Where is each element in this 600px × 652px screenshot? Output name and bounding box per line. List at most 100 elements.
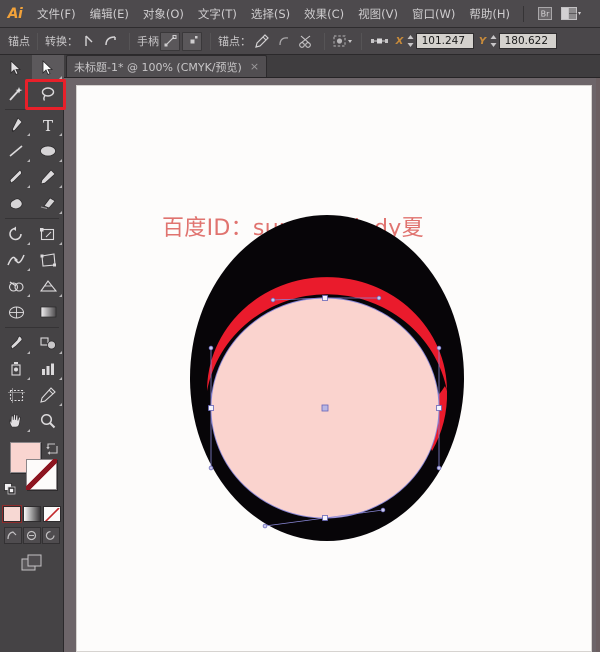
pen-tool[interactable] (0, 112, 32, 138)
change-screen-mode-button[interactable] (0, 554, 63, 572)
column-graph-tool[interactable] (32, 356, 64, 382)
shape-builder-tool[interactable] (0, 273, 32, 299)
screen-mode-buttons (0, 527, 63, 544)
options-divider-3 (210, 33, 211, 50)
tool-more-corner-icon (27, 268, 30, 271)
tools-panel: T (0, 55, 64, 652)
options-divider-5 (361, 33, 362, 50)
eyedropper-tool[interactable] (0, 330, 32, 356)
menu-type[interactable]: 文字(T) (191, 0, 244, 28)
fullscreen-menubar-mode-button[interactable] (23, 527, 41, 544)
blend-tool[interactable] (32, 330, 64, 356)
rotate-tool[interactable] (0, 221, 32, 247)
hand-tool[interactable] (0, 408, 32, 434)
artwork-vector[interactable] (77, 86, 593, 652)
center-anchor[interactable] (322, 405, 328, 411)
gradient-tool[interactable] (32, 299, 64, 325)
handles-label: 手柄 (137, 33, 159, 49)
fullscreen-mode-button[interactable] (42, 527, 60, 544)
control-options-bar: 锚点 转换： 手柄 (0, 28, 600, 55)
gradient-mode-button[interactable] (23, 506, 41, 522)
convert-to-corner-icon[interactable] (79, 32, 99, 51)
artboard[interactable]: 百度ID：sunnyMelody夏 (76, 85, 592, 652)
menu-edit[interactable]: 编辑(E) (83, 0, 136, 28)
canvas-right-edge (596, 78, 600, 652)
menu-help[interactable]: 帮助(H) (462, 0, 517, 28)
free-transform-tool[interactable] (32, 247, 64, 273)
type-tool[interactable]: T (32, 112, 64, 138)
tool-more-corner-icon (59, 133, 62, 136)
color-mode-button[interactable] (3, 506, 21, 522)
tool-more-corner-icon (59, 377, 62, 380)
tool-more-corner-icon (27, 377, 30, 380)
tool-more-corner-icon (27, 242, 30, 245)
eraser-tool[interactable] (32, 190, 64, 216)
blob-brush-tool[interactable] (0, 190, 32, 216)
normal-screen-mode-button[interactable] (4, 527, 22, 544)
tools-divider-3 (5, 327, 59, 328)
perspective-grid-tool[interactable] (32, 273, 64, 299)
direct-selection-tool[interactable] (32, 55, 64, 81)
lasso-tool[interactable] (32, 81, 64, 107)
svg-text:Br: Br (541, 10, 550, 19)
tab-close-icon[interactable]: × (250, 61, 259, 72)
connect-anchors-icon[interactable] (274, 32, 294, 51)
mesh-tool[interactable] (0, 299, 32, 325)
menu-file[interactable]: 文件(F) (30, 0, 83, 28)
paintbrush-tool[interactable] (0, 164, 32, 190)
ellipse-tool[interactable] (32, 138, 64, 164)
tool-more-corner-icon (27, 185, 30, 188)
tool-more-corner-icon (59, 185, 62, 188)
selection-tool[interactable] (0, 55, 32, 81)
isolate-selected-icon[interactable] (333, 32, 353, 51)
document-tab[interactable]: 未标题-1* @ 100% (CMYK/预览) × (66, 55, 267, 77)
tools-grid-selection: T (0, 55, 63, 434)
options-divider-2 (129, 33, 130, 50)
menu-select[interactable]: 选择(S) (244, 0, 297, 28)
x-coordinate-input[interactable]: 101.247 (416, 33, 474, 49)
tool-more-corner-icon (59, 159, 62, 162)
y-coordinate-input[interactable]: 180.622 (499, 33, 557, 49)
hide-handles-icon[interactable] (182, 32, 202, 51)
tool-more-corner-icon (59, 351, 62, 354)
symbol-sprayer-tool[interactable] (0, 356, 32, 382)
stroke-color-swatch[interactable] (26, 459, 57, 490)
width-tool[interactable] (0, 247, 32, 273)
tool-more-corner-icon (27, 133, 30, 136)
arrange-documents-icon[interactable] (560, 5, 582, 23)
pencil-tool[interactable] (32, 164, 64, 190)
tool-more-corner-icon (27, 429, 30, 432)
menubar-divider (523, 6, 524, 22)
zoom-tool[interactable] (32, 408, 64, 434)
show-handles-icon[interactable] (160, 32, 180, 51)
tool-more-corner-icon (59, 294, 62, 297)
magic-wand-tool[interactable] (0, 81, 32, 107)
menu-window[interactable]: 窗口(W) (405, 0, 462, 28)
line-segment-tool[interactable] (0, 138, 32, 164)
scale-tool[interactable] (32, 221, 64, 247)
canvas-area[interactable]: 百度ID：sunnyMelody夏 (64, 78, 600, 652)
menu-object[interactable]: 对象(O) (136, 0, 191, 28)
app-logo-icon: Ai (0, 0, 30, 28)
cut-path-icon[interactable] (296, 32, 316, 51)
y-stepper[interactable] (489, 33, 498, 49)
slice-tool[interactable] (32, 382, 64, 408)
anchor-label: 锚点： (218, 33, 251, 49)
svg-text:T: T (43, 117, 53, 133)
x-axis-label: X (393, 33, 406, 49)
align-anchors-icon[interactable] (370, 32, 390, 51)
default-fill-stroke-icon[interactable] (4, 480, 16, 499)
bridge-icon[interactable]: Br (534, 5, 556, 23)
x-stepper[interactable] (406, 33, 415, 49)
menu-bar: Ai 文件(F) 编辑(E) 对象(O) 文字(T) 选择(S) 效果(C) 视… (0, 0, 600, 28)
y-coordinate-field-group[interactable]: Y 180.622 (476, 33, 557, 49)
remove-anchor-icon[interactable] (252, 32, 272, 51)
artboard-tool[interactable] (0, 382, 32, 408)
swap-fill-stroke-icon[interactable] (46, 440, 58, 459)
x-coordinate-field-group[interactable]: X 101.247 (393, 33, 474, 49)
menu-view[interactable]: 视图(V) (351, 0, 405, 28)
menu-effect[interactable]: 效果(C) (297, 0, 351, 28)
convert-to-smooth-icon[interactable] (101, 32, 121, 51)
none-mode-button[interactable] (43, 506, 61, 522)
document-tab-title: 未标题-1* @ 100% (CMYK/预览) (74, 59, 242, 75)
